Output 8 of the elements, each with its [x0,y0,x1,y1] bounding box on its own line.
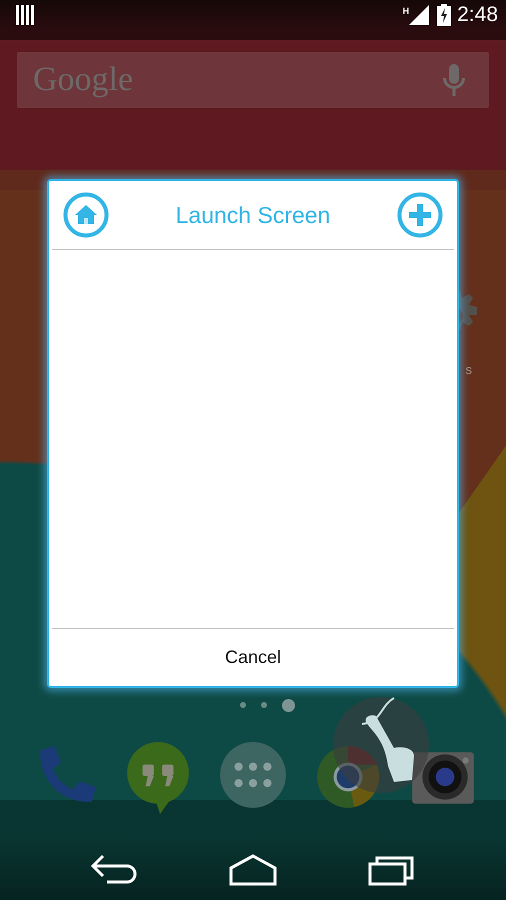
clock: 2:48 [457,3,498,27]
signal-icon [409,5,430,25]
dialog-title: Launch Screen [174,202,332,228]
app-label: s [466,362,472,377]
battery-icon [437,4,452,26]
network-type: H [402,6,410,16]
notification-icon [16,5,34,25]
cancel-button[interactable]: Cancel [49,629,457,686]
